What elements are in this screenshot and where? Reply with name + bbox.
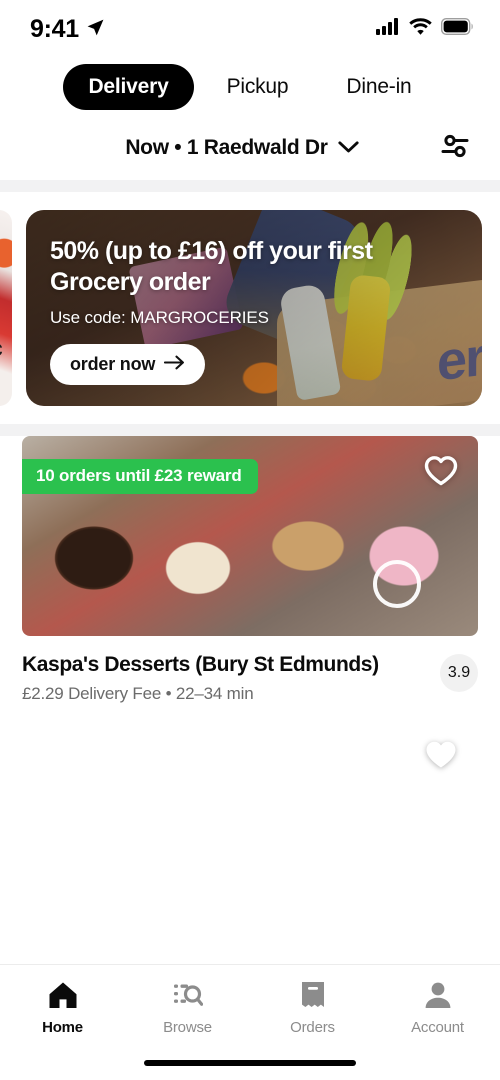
tab-dine-in[interactable]: Dine-in bbox=[321, 64, 436, 110]
person-icon bbox=[424, 981, 452, 1014]
promo-card-grocery[interactable]: 50% (up to £16) off your first Grocery o… bbox=[26, 210, 482, 406]
store-name: Kaspa's Desserts (Bury St Edmunds) bbox=[22, 653, 379, 676]
location-arrow-icon bbox=[86, 15, 105, 44]
store-photo-mexican bbox=[22, 720, 478, 920]
status-icons bbox=[376, 17, 474, 40]
store-image[interactable] bbox=[22, 720, 478, 920]
reward-badge: 10 orders until £23 reward bbox=[22, 459, 258, 494]
store-feed: 10 orders until £23 reward Kaspa's Desse… bbox=[0, 436, 500, 964]
address-bar: Now • 1 Raedwald Dr bbox=[0, 116, 500, 180]
promo-card-previous[interactable] bbox=[0, 210, 12, 406]
promo-title: 50% (up to £16) off your first Grocery o… bbox=[50, 237, 373, 296]
store-text-block: Kaspa's Desserts (Bury St Edmunds) £2.29… bbox=[22, 652, 379, 704]
app-screen: 9:41 Delivery Pickup Dine-in Now • 1 Rae… bbox=[0, 0, 500, 1080]
video-progress-ring[interactable] bbox=[373, 560, 421, 608]
promo-carousel[interactable]: 50% (up to £16) off your first Grocery o… bbox=[0, 192, 500, 424]
status-time: 9:41 bbox=[30, 14, 79, 43]
filter-button[interactable] bbox=[432, 125, 478, 171]
tab-home[interactable]: Home bbox=[13, 981, 113, 1036]
receipt-icon bbox=[299, 981, 327, 1014]
search-list-icon bbox=[173, 981, 203, 1014]
promo-content: 50% (up to £16) off your first Grocery o… bbox=[26, 210, 482, 406]
service-mode-tabs: Delivery Pickup Dine-in bbox=[0, 58, 500, 116]
store-card-second[interactable] bbox=[0, 720, 500, 920]
filter-sliders-icon bbox=[440, 133, 470, 164]
order-now-button[interactable]: order now bbox=[50, 344, 206, 385]
tab-home-label: Home bbox=[42, 1019, 83, 1036]
section-divider-feed bbox=[0, 424, 500, 436]
heart-filled-icon bbox=[424, 739, 458, 775]
home-icon bbox=[48, 981, 78, 1014]
arrow-right-icon bbox=[164, 354, 185, 375]
address-label: Now • 1 Raedwald Dr bbox=[125, 136, 328, 159]
store-rating: 3.9 bbox=[440, 654, 478, 692]
favourite-button[interactable] bbox=[422, 454, 460, 492]
home-indicator-area bbox=[0, 1046, 500, 1080]
wifi-icon bbox=[409, 18, 432, 40]
store-image[interactable]: 10 orders until £23 reward bbox=[22, 436, 478, 636]
address-selector[interactable]: Now • 1 Raedwald Dr bbox=[22, 136, 432, 160]
tab-orders[interactable]: Orders bbox=[263, 981, 363, 1036]
tab-browse[interactable]: Browse bbox=[138, 981, 238, 1036]
heart-outline-icon bbox=[424, 455, 458, 491]
store-meta: £2.29 Delivery Fee • 22–34 min bbox=[22, 684, 254, 704]
cellular-signal-icon bbox=[376, 18, 400, 40]
chevron-down-icon bbox=[338, 136, 359, 160]
tab-account[interactable]: Account bbox=[388, 981, 488, 1036]
status-time-group: 9:41 bbox=[30, 15, 105, 44]
tab-account-label: Account bbox=[411, 1019, 464, 1036]
promo-subtitle: Use code: MARGROCERIES bbox=[50, 308, 269, 327]
order-now-label: order now bbox=[70, 354, 156, 374]
battery-full-icon bbox=[440, 17, 474, 40]
favourite-button[interactable] bbox=[422, 738, 460, 776]
store-card-kaspas[interactable]: 10 orders until £23 reward Kaspa's Desse… bbox=[0, 436, 500, 704]
tab-orders-label: Orders bbox=[290, 1019, 335, 1036]
status-bar: 9:41 bbox=[0, 0, 500, 58]
section-divider-top bbox=[0, 180, 500, 192]
bottom-tab-bar: Home Browse Orders Account bbox=[0, 964, 500, 1046]
store-info: Kaspa's Desserts (Bury St Edmunds) £2.29… bbox=[22, 636, 478, 704]
promo-carousel-track: 50% (up to £16) off your first Grocery o… bbox=[0, 210, 500, 406]
home-indicator[interactable] bbox=[144, 1060, 356, 1066]
tab-pickup[interactable]: Pickup bbox=[202, 64, 314, 110]
tab-browse-label: Browse bbox=[163, 1019, 212, 1036]
tab-delivery[interactable]: Delivery bbox=[63, 64, 194, 110]
